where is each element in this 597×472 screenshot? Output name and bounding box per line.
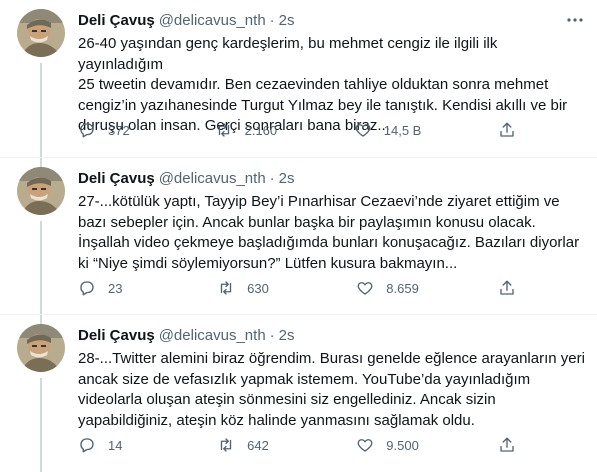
username-handle[interactable]: @delicavus_nth	[159, 327, 266, 344]
username-handle[interactable]: @delicavus_nth	[159, 170, 266, 187]
tweet-text: 27-...kötülük yaptı, Tayyip Bey’i Pınarh…	[78, 193, 580, 272]
more-options-button[interactable]	[565, 10, 585, 30]
avatar[interactable]	[17, 167, 65, 215]
thread-line	[40, 63, 42, 157]
tweet-header: Deli Çavuş @delicavus_nth · 2s	[78, 325, 585, 345]
display-name[interactable]: Deli Çavuş	[78, 327, 155, 344]
avatar[interactable]	[17, 9, 65, 57]
tweet[interactable]: Deli Çavuş @delicavus_nth · 2s 28-...Twi…	[0, 314, 597, 472]
share-icon	[500, 122, 514, 137]
thread-line	[40, 378, 42, 472]
tweet[interactable]: Deli Çavuş @delicavus_nth · 2s 27-...köt…	[0, 157, 597, 315]
display-name[interactable]: Deli Çavuş	[78, 170, 155, 187]
tweet[interactable]: Deli Çavuş @delicavus_nth · 2s 26-40 yaş…	[0, 0, 597, 157]
like-button[interactable]: 9.500	[356, 435, 419, 455]
timestamp[interactable]: 2s	[279, 327, 295, 344]
separator-dot: ·	[269, 169, 275, 187]
share-button[interactable]	[498, 120, 518, 140]
retweet-icon	[218, 123, 229, 137]
reply-icon	[80, 438, 94, 453]
tweet-content: Deli Çavuş @delicavus_nth · 2s 26-40 yaş…	[78, 10, 585, 137]
tweet-text: 28-...Twitter alemini biraz öğrendim. Bu…	[78, 350, 585, 429]
avatar[interactable]	[17, 324, 65, 372]
heart-icon	[357, 282, 373, 295]
tweet-actions: 372 2.160 14,5 B	[78, 120, 518, 140]
reply-button[interactable]: 23	[78, 278, 138, 298]
heart-icon	[355, 124, 371, 137]
retweet-button[interactable]: 630	[217, 278, 277, 298]
username-handle[interactable]: @delicavus_nth	[159, 12, 266, 29]
display-name[interactable]: Deli Çavuş	[78, 12, 155, 29]
tweet-actions: 23 630 8.659	[78, 278, 518, 298]
like-button[interactable]: 8.659	[356, 278, 419, 298]
reply-button[interactable]: 372	[78, 120, 138, 140]
heart-icon	[357, 439, 373, 452]
thread-line	[40, 315, 42, 324]
avatar-photo-icon	[17, 167, 65, 215]
retweet-count: 642	[247, 437, 269, 453]
avatar-photo-icon	[17, 324, 65, 372]
avatar-photo-icon	[17, 9, 65, 57]
tweet-content: Deli Çavuş @delicavus_nth · 2s 27-...köt…	[78, 168, 585, 274]
retweet-icon	[220, 281, 232, 295]
retweet-button[interactable]: 642	[217, 435, 277, 455]
timestamp[interactable]: 2s	[279, 12, 295, 29]
separator-dot: ·	[269, 326, 275, 344]
like-count: 9.500	[386, 437, 419, 453]
tweet-content: Deli Çavuş @delicavus_nth · 2s 28-...Twi…	[78, 325, 585, 431]
like-count: 14,5 B	[383, 122, 422, 138]
timestamp[interactable]: 2s	[279, 170, 295, 187]
share-button[interactable]	[498, 435, 518, 455]
tweet-header: Deli Çavuş @delicavus_nth · 2s	[78, 168, 585, 188]
reply-count: 23	[108, 280, 123, 296]
reply-count: 14	[108, 437, 123, 453]
share-button[interactable]	[498, 278, 518, 298]
reply-icon	[80, 123, 94, 138]
separator-dot: ·	[269, 11, 275, 29]
tweet-header: Deli Çavuş @delicavus_nth · 2s	[78, 10, 585, 30]
retweet-count: 630	[247, 280, 269, 296]
thread-line	[40, 221, 42, 315]
retweet-button[interactable]: 2.160	[215, 120, 278, 140]
share-icon	[500, 437, 514, 452]
thread-line	[40, 158, 42, 167]
share-icon	[500, 280, 514, 295]
more-horizontal-icon	[567, 18, 583, 22]
reply-count: 372	[108, 122, 130, 138]
retweet-icon	[220, 438, 232, 452]
reply-button[interactable]: 14	[78, 435, 138, 455]
reply-icon	[80, 281, 94, 296]
tweet-actions: 14 642 9.500	[78, 435, 518, 455]
retweet-count: 2.160	[244, 122, 278, 138]
like-count: 8.659	[386, 280, 419, 296]
like-button[interactable]: 14,5 B	[354, 120, 422, 140]
